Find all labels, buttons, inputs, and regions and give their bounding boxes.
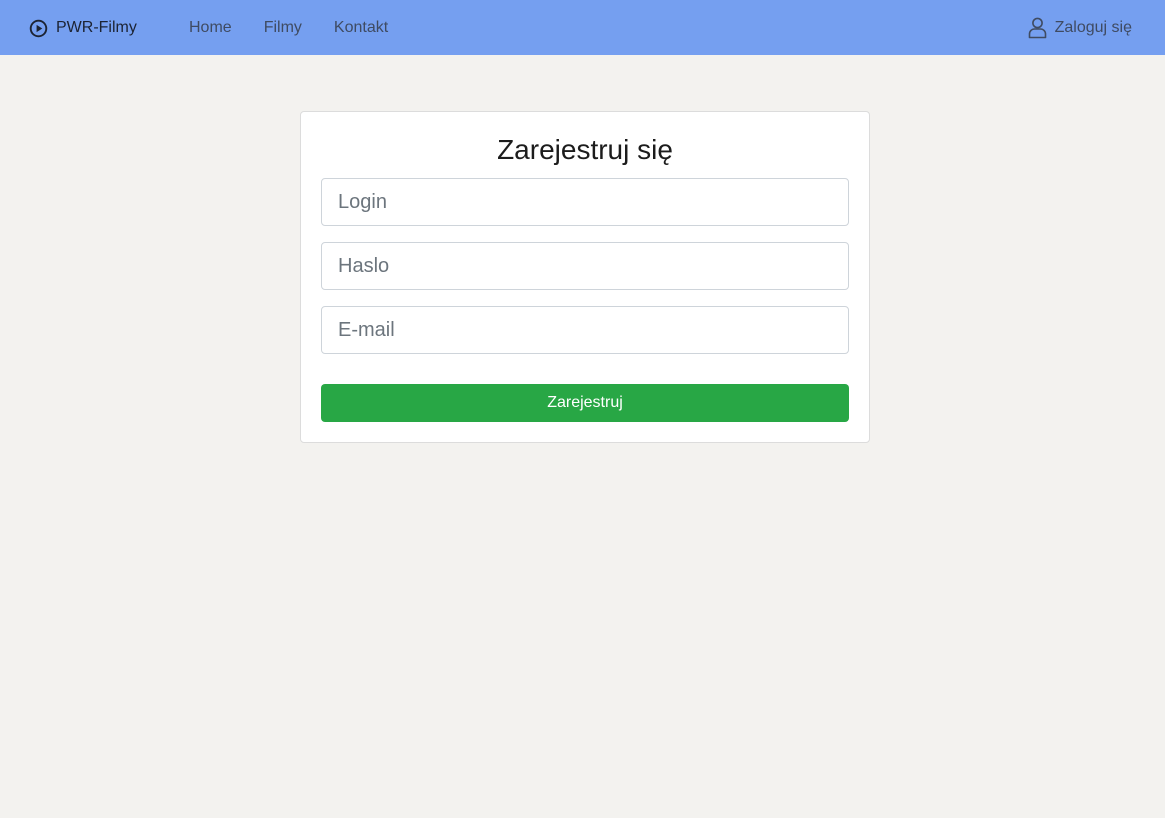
top-navbar: PWR-Filmy Home Filmy Kontakt Zaloguj się: [0, 0, 1165, 55]
nav-home[interactable]: Home: [173, 19, 248, 37]
brand-link[interactable]: PWR-Filmy: [29, 17, 137, 39]
play-circle-icon: [29, 19, 48, 37]
nav-links: Home Filmy Kontakt: [173, 0, 404, 55]
email-input[interactable]: [321, 306, 849, 354]
user-icon: [1028, 17, 1046, 39]
login-label: Zaloguj się: [1054, 19, 1132, 36]
register-title: Zarejestruj się: [497, 134, 673, 165]
register-card: Zarejestruj się Zarejestruj: [300, 111, 870, 443]
login-link[interactable]: Zaloguj się: [1028, 17, 1132, 39]
nav-kontakt[interactable]: Kontakt: [318, 19, 404, 37]
password-input[interactable]: [321, 242, 849, 290]
nav-filmy[interactable]: Filmy: [248, 19, 318, 37]
brand-label: PWR-Filmy: [56, 19, 137, 36]
register-button[interactable]: Zarejestruj: [321, 384, 849, 422]
login-input[interactable]: [321, 178, 849, 226]
